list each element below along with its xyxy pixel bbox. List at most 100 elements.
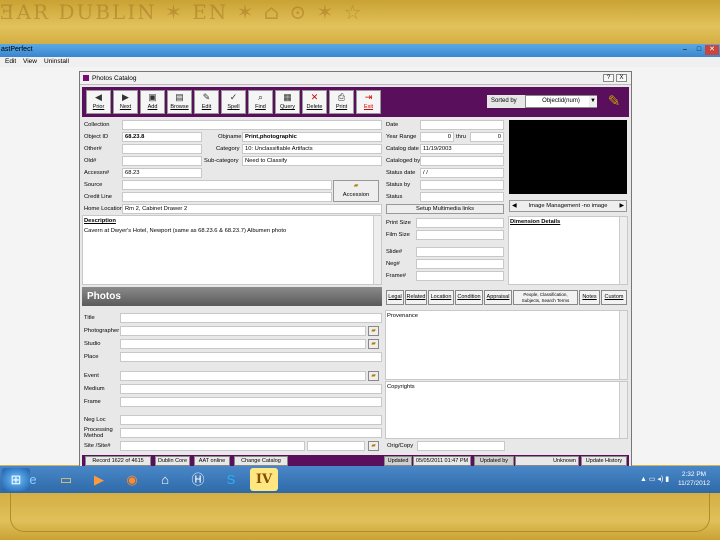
statusby-field[interactable]	[420, 180, 504, 190]
browse-button[interactable]: ▤ Browse	[167, 90, 192, 114]
copyrights-box[interactable]: Copyrights	[385, 381, 628, 439]
objectid-field[interactable]: 68.23.8	[122, 132, 202, 142]
query-button[interactable]: ▦ Query	[275, 90, 300, 114]
printsize-field[interactable]	[416, 218, 504, 228]
exit-button[interactable]: ⇥ Exit	[356, 90, 381, 114]
tray-icons[interactable]: ▲ ▭ ◂) ▮	[640, 475, 669, 483]
aat-online-button[interactable]: AAT online	[194, 456, 230, 466]
add-button[interactable]: ▣ Add	[140, 90, 165, 114]
source-field[interactable]	[122, 180, 332, 190]
photographer-folder-icon[interactable]: ▰	[368, 326, 379, 336]
delete-button[interactable]: ✕ Delete	[302, 90, 327, 114]
tab-people-classification[interactable]: People, Classification, Subjects, Search…	[513, 290, 578, 305]
year-to-field[interactable]: 0	[470, 132, 504, 142]
accession-number-field[interactable]: 68.23	[122, 168, 202, 178]
skype-icon[interactable]: S	[217, 468, 245, 491]
title-field[interactable]	[120, 313, 382, 323]
help-mascot-icon[interactable]: ✎	[604, 91, 624, 113]
provenance-box[interactable]: Provenance	[385, 310, 628, 380]
print-button[interactable]: ⎙ Print	[329, 90, 354, 114]
status-field[interactable]	[420, 192, 504, 202]
tab-legal[interactable]: Legal	[386, 290, 404, 305]
explorer-icon[interactable]: ▭	[52, 468, 80, 491]
studio-field[interactable]	[120, 339, 366, 349]
dublin-core-button[interactable]: Dublin Core	[155, 456, 190, 466]
creditline-field[interactable]	[122, 192, 332, 202]
medium-field[interactable]	[120, 384, 382, 394]
update-history-button[interactable]: Update History	[581, 456, 627, 466]
place-field[interactable]	[120, 352, 382, 362]
close-button[interactable]: X	[616, 74, 627, 82]
media-player-icon[interactable]: ▶	[85, 468, 113, 491]
site-folder-icon[interactable]: ▰	[368, 441, 379, 451]
next-image-icon[interactable]: ▶	[620, 201, 626, 211]
negloc-field[interactable]	[120, 415, 382, 425]
image-preview[interactable]	[509, 120, 627, 194]
tab-custom[interactable]: Custom	[601, 290, 627, 305]
homelocation-field[interactable]: Rm 2, Cabinet Drawer 2	[122, 204, 382, 214]
tab-location[interactable]: Location	[428, 290, 454, 305]
menu-uninstall[interactable]: Uninstall	[44, 58, 69, 65]
tab-appraisal[interactable]: Appraisal	[484, 290, 512, 305]
prior-button[interactable]: ◀ Prior	[86, 90, 111, 114]
sorted-by-select[interactable]: Objectid(num)	[525, 95, 597, 108]
catalogdate-field[interactable]: 11/19/2003	[420, 144, 504, 154]
catalogedby-field[interactable]	[420, 156, 504, 166]
find-button[interactable]: ⌕ Find	[248, 90, 273, 114]
category-field[interactable]: 10: Unclassifiable Artifacts	[242, 144, 382, 154]
old-field[interactable]	[122, 156, 202, 166]
tab-related[interactable]: Related	[405, 290, 427, 305]
tab-notes[interactable]: Notes	[579, 290, 600, 305]
close-icon[interactable]: ✕	[705, 45, 719, 55]
chevron-down-icon[interactable]: ▼	[589, 96, 597, 107]
firefox-icon[interactable]: ◉	[118, 468, 146, 491]
objname-field[interactable]: Print,photographic	[242, 132, 382, 142]
slide-field[interactable]	[416, 247, 504, 257]
studio-folder-icon[interactable]: ▰	[368, 339, 379, 349]
tab-condition[interactable]: Condition	[455, 290, 483, 305]
dimension-details-box[interactable]: Dimension Details	[508, 216, 628, 285]
year-from-field[interactable]: 0	[420, 132, 454, 142]
photographer-field[interactable]	[120, 326, 366, 336]
spell-icon: ✓	[229, 92, 238, 102]
pastperfect-icon[interactable]: IV	[250, 468, 278, 491]
copyrights-scrollbar[interactable]	[619, 382, 627, 438]
filmsize-field[interactable]	[416, 230, 504, 240]
origcopy-select[interactable]	[417, 441, 505, 451]
help-button[interactable]: ?	[603, 74, 614, 82]
site-number-field[interactable]	[307, 441, 365, 451]
description-box[interactable]: Description Cavern at Dwyer's Hotel, New…	[82, 215, 382, 285]
menu-view[interactable]: View	[23, 58, 37, 65]
frame-field[interactable]	[120, 397, 382, 407]
subcategory-field[interactable]: Need to Classify	[242, 156, 382, 166]
next-button[interactable]: ▶ Next	[113, 90, 138, 114]
accession-button[interactable]: ▰ Accession	[333, 180, 379, 202]
taskbar-clock[interactable]: 2:32 PM 11/27/2012	[678, 470, 710, 488]
maximize-icon[interactable]: □	[692, 45, 706, 55]
windows-taskbar: ⊞ e ▭ ▶ ◉ ⌂ Ⓗ S IV ▲ ▭ ◂) ▮ 2:32 PM 11/2…	[0, 466, 720, 493]
event-field[interactable]	[120, 371, 366, 381]
collection-field[interactable]	[122, 120, 382, 130]
description-scrollbar[interactable]	[373, 216, 381, 284]
paint-icon[interactable]: ⌂	[151, 468, 179, 491]
date-field[interactable]	[420, 120, 504, 130]
frame-number-field[interactable]	[416, 271, 504, 281]
studio-label: Studio	[84, 341, 101, 347]
spell-button[interactable]: ✓ Spell	[221, 90, 246, 114]
other-field[interactable]	[122, 144, 202, 154]
prev-image-icon[interactable]: ◀	[510, 201, 516, 211]
event-folder-icon[interactable]: ▰	[368, 371, 379, 381]
edit-button[interactable]: ✎ Edit	[194, 90, 219, 114]
neg-field[interactable]	[416, 259, 504, 269]
ie-icon[interactable]: e	[19, 468, 47, 491]
hp-icon[interactable]: Ⓗ	[184, 468, 212, 491]
statusdate-field[interactable]: / /	[420, 168, 504, 178]
setup-multimedia-button[interactable]: Setup Multimedia links	[386, 204, 504, 214]
site-field[interactable]	[120, 441, 305, 451]
change-catalog-button[interactable]: Change Catalog	[234, 456, 288, 466]
minimize-icon[interactable]: –	[678, 45, 692, 55]
processing-method-field[interactable]	[120, 428, 382, 438]
provenance-scrollbar[interactable]	[619, 311, 627, 379]
menu-edit[interactable]: Edit	[5, 58, 16, 65]
dimension-scrollbar[interactable]	[619, 217, 627, 284]
